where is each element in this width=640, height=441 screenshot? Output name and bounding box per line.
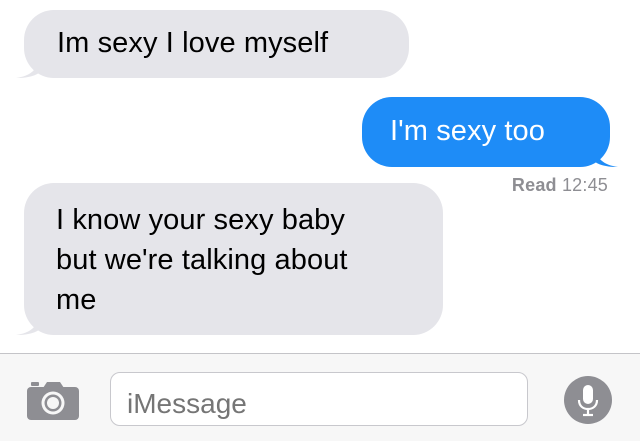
message-line: I know your sexy baby [56,204,346,236]
message-line: but we're talking about [56,244,348,276]
read-label: Read [511,175,557,195]
message-text: I'm sexy too [390,115,546,147]
bubble-tail-icon [16,315,42,335]
bubble-tail-icon [592,147,618,167]
message-thread: Im sexy I love myself I'm sexy too Read … [0,0,640,352]
imessage-input[interactable] [110,372,528,426]
message-composer [0,353,640,441]
read-time: 12:45 [561,175,608,195]
microphone-icon [577,385,599,417]
incoming-message[interactable]: Im sexy I love myself [16,10,409,78]
outgoing-message[interactable]: I'm sexy too [362,97,618,167]
read-receipt: Read 12:45 [512,175,608,196]
bubble-tail-icon [16,58,42,78]
microphone-button[interactable] [564,376,612,424]
message-line: me [56,284,97,316]
message-text: Im sexy I love myself [57,27,329,59]
camera-icon[interactable] [27,380,79,420]
incoming-message[interactable]: I know your sexy baby but we're talking … [16,183,443,335]
